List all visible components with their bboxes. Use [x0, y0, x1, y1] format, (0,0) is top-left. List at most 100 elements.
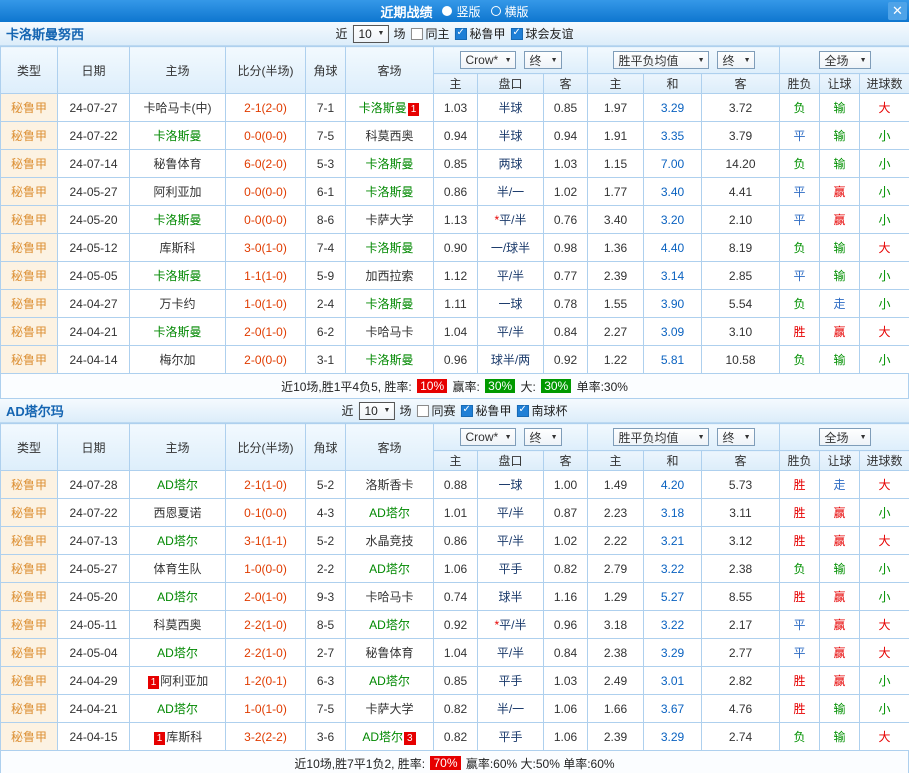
home-team-name[interactable]: 阿利亚加	[153, 185, 201, 199]
corner-cell: 2-7	[306, 639, 346, 667]
handicap-value: 平/半	[497, 506, 524, 520]
full-match-dropdown[interactable]: 全场▼	[819, 51, 871, 69]
handicap-result: 赢	[820, 318, 860, 346]
recent-count-select[interactable]: 10▼	[358, 402, 394, 420]
handicap-cell: 平/半	[478, 527, 544, 555]
ah-away-odds: 0.77	[544, 262, 588, 290]
home-team-name[interactable]: 梅尔加	[159, 353, 195, 367]
filter-checkbox-same-venue[interactable]: 同赛	[416, 402, 455, 419]
away-team-name[interactable]: 卡洛斯曼	[365, 185, 413, 199]
ah-home-odds: 0.85	[434, 150, 478, 178]
wdl-average-dropdown[interactable]: 胜平负均值▼	[613, 428, 709, 446]
away-team-name[interactable]: 卡哈马卡	[365, 590, 413, 604]
away-team-name[interactable]: 卡洛斯曼	[359, 101, 407, 115]
home-team-name[interactable]: 卡哈马卡(中)	[144, 101, 212, 115]
away-team-name[interactable]: 卡萨大学	[365, 213, 413, 227]
handicap-result: 输	[820, 262, 860, 290]
full-match-dropdown[interactable]: 全场▼	[819, 428, 871, 446]
away-team-name[interactable]: 卡洛斯曼	[365, 297, 413, 311]
layout-radio-horizontal[interactable]: 横版	[491, 3, 529, 20]
filter-checkbox-cup[interactable]: 南球杯	[517, 402, 568, 419]
away-team-name[interactable]: 水晶竞技	[365, 534, 413, 548]
away-team-name[interactable]: 加西拉索	[365, 269, 413, 283]
date-cell: 24-05-12	[58, 234, 130, 262]
near-label: 近	[341, 402, 353, 419]
away-team-name[interactable]: 卡洛斯曼	[365, 157, 413, 171]
handicap-cell: 平手	[478, 555, 544, 583]
away-team-name[interactable]: 科莫西奥	[365, 129, 413, 143]
match-row: 秘鲁甲 24-07-27 卡哈马卡(中) 2-1(2-0) 7-1 卡洛斯曼1 …	[1, 94, 909, 122]
home-team-name[interactable]: 库斯科	[166, 730, 202, 744]
away-team-cell: AD塔尔	[346, 555, 434, 583]
home-team-name[interactable]: 秘鲁体育	[153, 157, 201, 171]
filter-checkbox-league[interactable]: 秘鲁甲	[455, 25, 506, 42]
ah-away-odds: 1.02	[544, 178, 588, 206]
home-team-cell: 科莫西奥	[130, 611, 226, 639]
ah-away-odds: 0.84	[544, 639, 588, 667]
col-header-home: 主场	[130, 47, 226, 94]
dropdown-value: 终	[723, 429, 735, 446]
home-team-name[interactable]: 库斯科	[159, 241, 195, 255]
final-odds-dropdown[interactable]: 终▼	[524, 428, 562, 446]
final-odds-dropdown[interactable]: 终▼	[717, 428, 755, 446]
home-team-cell: AD塔尔	[130, 527, 226, 555]
away-team-name[interactable]: 卡哈马卡	[365, 325, 413, 339]
league-cell: 秘鲁甲	[1, 94, 58, 122]
goals-result: 小	[860, 555, 909, 583]
close-icon[interactable]: ✕	[888, 2, 907, 20]
away-team-name[interactable]: AD塔尔	[369, 674, 410, 688]
eu-draw-odds: 5.81	[644, 346, 702, 374]
league-cell: 秘鲁甲	[1, 262, 58, 290]
home-team-name[interactable]: 科莫西奥	[153, 618, 201, 632]
home-team-name[interactable]: 卡洛斯曼	[153, 213, 201, 227]
filter-checkbox-same-venue[interactable]: 同主	[410, 25, 449, 42]
eu-away-odds: 2.85	[702, 262, 780, 290]
home-team-name[interactable]: 卡洛斯曼	[153, 129, 201, 143]
eu-away-odds: 5.54	[702, 290, 780, 318]
away-team-name[interactable]: AD塔尔	[369, 618, 410, 632]
home-team-name[interactable]: AD塔尔	[157, 534, 198, 548]
away-team-name[interactable]: AD塔尔	[369, 562, 410, 576]
home-team-name[interactable]: 万卡约	[159, 297, 195, 311]
wdl-average-dropdown[interactable]: 胜平负均值▼	[613, 51, 709, 69]
date-cell: 24-07-27	[58, 94, 130, 122]
chevron-down-icon: ▼	[551, 57, 558, 64]
handicap-cell: 平/半	[478, 262, 544, 290]
date-cell: 24-05-11	[58, 611, 130, 639]
sub-header-ah-away: 客	[544, 74, 588, 94]
home-team-name[interactable]: 西恩夏诺	[153, 506, 201, 520]
score-cell: 1-0(0-0)	[226, 555, 306, 583]
filter-checkbox-friendly[interactable]: 球会友谊	[511, 25, 574, 42]
ah-home-odds: 0.92	[434, 611, 478, 639]
away-team-name[interactable]: AD塔尔	[369, 506, 410, 520]
recent-count-select[interactable]: 10▼	[352, 25, 388, 43]
home-team-name[interactable]: AD塔尔	[157, 646, 198, 660]
checkbox-label: 南球杯	[532, 402, 568, 419]
home-team-name[interactable]: 卡洛斯曼	[153, 325, 201, 339]
away-team-name[interactable]: 卡洛斯曼	[365, 241, 413, 255]
home-team-name[interactable]: 阿利亚加	[160, 674, 208, 688]
wdl-result: 胜	[780, 527, 820, 555]
away-team-name[interactable]: AD塔尔	[362, 730, 403, 744]
ah-away-odds: 1.03	[544, 150, 588, 178]
odds-provider-dropdown[interactable]: Crow*▼	[460, 51, 516, 69]
final-odds-dropdown[interactable]: 终▼	[524, 51, 562, 69]
filter-checkbox-league[interactable]: 秘鲁甲	[461, 402, 512, 419]
home-team-name[interactable]: AD塔尔	[157, 590, 198, 604]
odds-provider-dropdown[interactable]: Crow*▼	[460, 428, 516, 446]
home-team-name[interactable]: 卡洛斯曼	[153, 269, 201, 283]
away-team-name[interactable]: 秘鲁体育	[365, 646, 413, 660]
league-cell: 秘鲁甲	[1, 178, 58, 206]
goals-result: 小	[860, 667, 909, 695]
away-team-name[interactable]: 卡萨大学	[365, 702, 413, 716]
sub-header-ah-home: 主	[434, 451, 478, 471]
layout-radio-vertical[interactable]: 竖版	[442, 3, 480, 20]
eu-home-odds: 2.39	[588, 723, 644, 751]
home-team-name[interactable]: AD塔尔	[157, 478, 198, 492]
away-team-name[interactable]: 卡洛斯曼	[365, 353, 413, 367]
home-team-name[interactable]: AD塔尔	[157, 702, 198, 716]
final-odds-dropdown[interactable]: 终▼	[717, 51, 755, 69]
away-team-name[interactable]: 洛斯香卡	[365, 478, 413, 492]
wdl-result: 胜	[780, 695, 820, 723]
home-team-name[interactable]: 体育生队	[153, 562, 201, 576]
